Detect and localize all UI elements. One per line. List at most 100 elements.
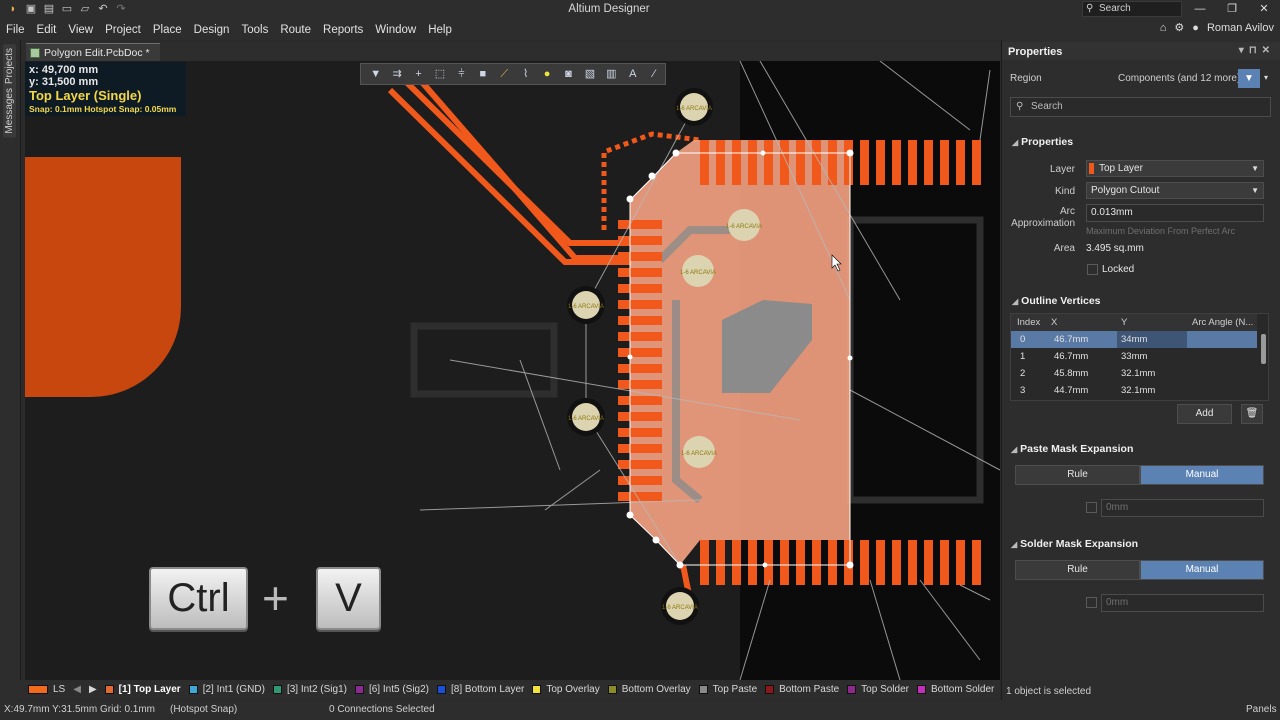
cell-x[interactable]: 46.7mm [1054, 334, 1088, 345]
filter-dropdown-icon[interactable]: ▾ [1264, 73, 1268, 82]
menu-help[interactable]: Help [422, 24, 458, 36]
grid-scrollbar[interactable] [1261, 334, 1266, 364]
solder-checkbox[interactable] [1086, 597, 1097, 608]
cell-x[interactable]: 44.7mm [1054, 385, 1088, 396]
layer-set-ls[interactable]: LS [0, 680, 69, 699]
cell-y[interactable]: 33mm [1121, 351, 1147, 362]
fill-icon[interactable]: ■ [472, 64, 493, 84]
minimize-button[interactable]: — [1184, 0, 1216, 18]
gear-icon[interactable]: ⚙ [1174, 21, 1184, 34]
user-name[interactable]: Roman Avilov [1207, 22, 1274, 34]
menu-window[interactable]: Window [369, 24, 422, 36]
layer-nav-next[interactable]: ▶ [85, 680, 101, 699]
locked-checkbox[interactable] [1087, 264, 1098, 275]
layer-dropdown[interactable]: Top Layer ▼ [1086, 160, 1264, 177]
route-icon[interactable]: ⇉ [386, 64, 407, 84]
layer-tab-top-paste[interactable]: Top Paste [695, 680, 761, 699]
layer-tab-top[interactable]: [1] Top Layer [101, 680, 185, 699]
dimension-icon[interactable]: ⌇ [515, 64, 536, 84]
filter-icon[interactable]: ▼ [365, 64, 386, 84]
polygon-icon[interactable]: ⟋ [494, 64, 515, 84]
layer-tab-bottom-paste[interactable]: Bottom Paste [761, 680, 843, 699]
layer-nav-prev[interactable]: ◀ [69, 680, 85, 699]
via-pad[interactable]: 1-6 ARCAVIA [567, 398, 605, 436]
layer-label: [6] Int5 (Sig2) [368, 684, 429, 695]
arc-approximation-input[interactable]: 0.013mm [1086, 204, 1264, 222]
layer-tab-int5[interactable]: [6] Int5 (Sig2) [351, 680, 433, 699]
paste-checkbox[interactable] [1086, 502, 1097, 513]
menu-place[interactable]: Place [147, 24, 188, 36]
menu-route[interactable]: Route [274, 24, 317, 36]
panel-search-input[interactable]: ⚲ Search [1010, 97, 1271, 117]
close-button[interactable]: ✕ [1248, 0, 1280, 18]
layer-tab-int2[interactable]: [3] Int2 (Sig1) [269, 680, 351, 699]
paste-rule-button[interactable]: Rule [1015, 465, 1140, 485]
paste-manual-button[interactable]: Manual [1140, 465, 1264, 485]
tab-messages[interactable]: Messages [3, 84, 16, 138]
cell-x[interactable]: 45.8mm [1054, 368, 1088, 379]
add-vertex-button[interactable]: Add [1177, 404, 1232, 424]
header-index[interactable]: Index [1017, 317, 1040, 328]
cell-x[interactable]: 46.7mm [1054, 351, 1088, 362]
select-rect-icon[interactable]: ⬚ [429, 64, 450, 84]
table-row[interactable]: 1 46.7mm 33mm [1011, 348, 1257, 365]
restore-button[interactable]: ❐ [1216, 0, 1248, 18]
outline-vertices-grid[interactable]: Index X Y Arc Angle (N... 0 46.7mm 34mm … [1010, 313, 1269, 401]
align-icon[interactable]: ⫩ [451, 64, 472, 84]
solder-manual-button[interactable]: Manual [1140, 560, 1264, 580]
menu-tools[interactable]: Tools [235, 24, 274, 36]
via-pad[interactable]: 1-6 ARCAVIA [675, 88, 713, 126]
layer-swatch [847, 685, 857, 694]
search-icon: ⚲ [1016, 101, 1024, 112]
cell-y[interactable]: 32.1mm [1121, 385, 1155, 396]
menu-reports[interactable]: Reports [317, 24, 369, 36]
menu-design[interactable]: Design [188, 24, 236, 36]
cross-icon[interactable]: + [408, 64, 429, 84]
text-icon[interactable]: A [622, 64, 643, 84]
vertices-section-header[interactable]: ◢ Outline Vertices [1012, 295, 1101, 307]
via-pad[interactable]: 1-6 ARCAVIA [567, 286, 605, 324]
header-arc-angle[interactable]: Arc Angle (N... [1192, 317, 1253, 328]
solder-rule-button[interactable]: Rule [1015, 560, 1140, 580]
paste-mask-section-header[interactable]: ◢ Paste Mask Expansion [1011, 443, 1133, 455]
panels-button[interactable]: Panels [1246, 704, 1277, 715]
table-row[interactable]: 2 45.8mm 32.1mm [1011, 365, 1257, 382]
solder-value-input[interactable]: 0mm [1101, 594, 1264, 612]
panel-controls[interactable]: ▾⊓✕ [1239, 45, 1275, 56]
layer-tab-bottom[interactable]: [8] Bottom Layer [433, 680, 528, 699]
search-placeholder: Search [1099, 3, 1131, 14]
layer-tab-bottom-solder[interactable]: Bottom Solder [913, 680, 998, 699]
pad-icon[interactable]: ● [536, 64, 557, 84]
menu-file[interactable]: File [0, 24, 31, 36]
user-icon[interactable]: ● [1192, 22, 1199, 34]
delete-vertex-button[interactable]: 🗑 [1241, 404, 1263, 424]
layer-tab-bottom-overlay[interactable]: Bottom Overlay [604, 680, 695, 699]
paste-value-input[interactable]: 0mm [1101, 499, 1264, 517]
header-y[interactable]: Y [1121, 317, 1127, 328]
menu-project[interactable]: Project [99, 24, 147, 36]
layer-tab-top-overlay[interactable]: Top Overlay [528, 680, 603, 699]
line-icon[interactable]: ∕ [643, 64, 664, 84]
kind-dropdown[interactable]: Polygon Cutout ▼ [1086, 182, 1264, 199]
layer-tab-int1[interactable]: [2] Int1 (GND) [185, 680, 269, 699]
cell-y[interactable]: 32.1mm [1121, 368, 1155, 379]
layer-label: Top Solder [861, 684, 909, 695]
cell-y[interactable]: 34mm [1117, 331, 1187, 348]
table-row[interactable]: 3 44.7mm 32.1mm [1011, 382, 1257, 399]
tab-document[interactable]: Polygon Edit.PcbDoc * [26, 43, 160, 61]
global-search[interactable]: ⚲ Search [1082, 1, 1182, 17]
via-pad[interactable]: 1-6 ARCAVIA [661, 587, 699, 625]
menu-view[interactable]: View [62, 24, 99, 36]
solder-mask-section-header[interactable]: ◢ Solder Mask Expansion [1011, 538, 1138, 550]
layer-tab-top-solder[interactable]: Top Solder [843, 680, 913, 699]
header-x[interactable]: X [1051, 317, 1057, 328]
rect-icon[interactable]: ▧ [579, 64, 600, 84]
menu-edit[interactable]: Edit [31, 24, 63, 36]
table-row[interactable]: 0 46.7mm 34mm [1011, 331, 1257, 348]
properties-section-header[interactable]: ◢ Properties [1012, 136, 1073, 148]
filter-button[interactable]: ▼ [1238, 69, 1260, 88]
via-icon[interactable]: ◙ [558, 64, 579, 84]
home-icon[interactable]: ⌂ [1160, 22, 1167, 34]
chart-icon[interactable]: ▥ [601, 64, 622, 84]
tab-projects[interactable]: Projects [3, 44, 16, 89]
